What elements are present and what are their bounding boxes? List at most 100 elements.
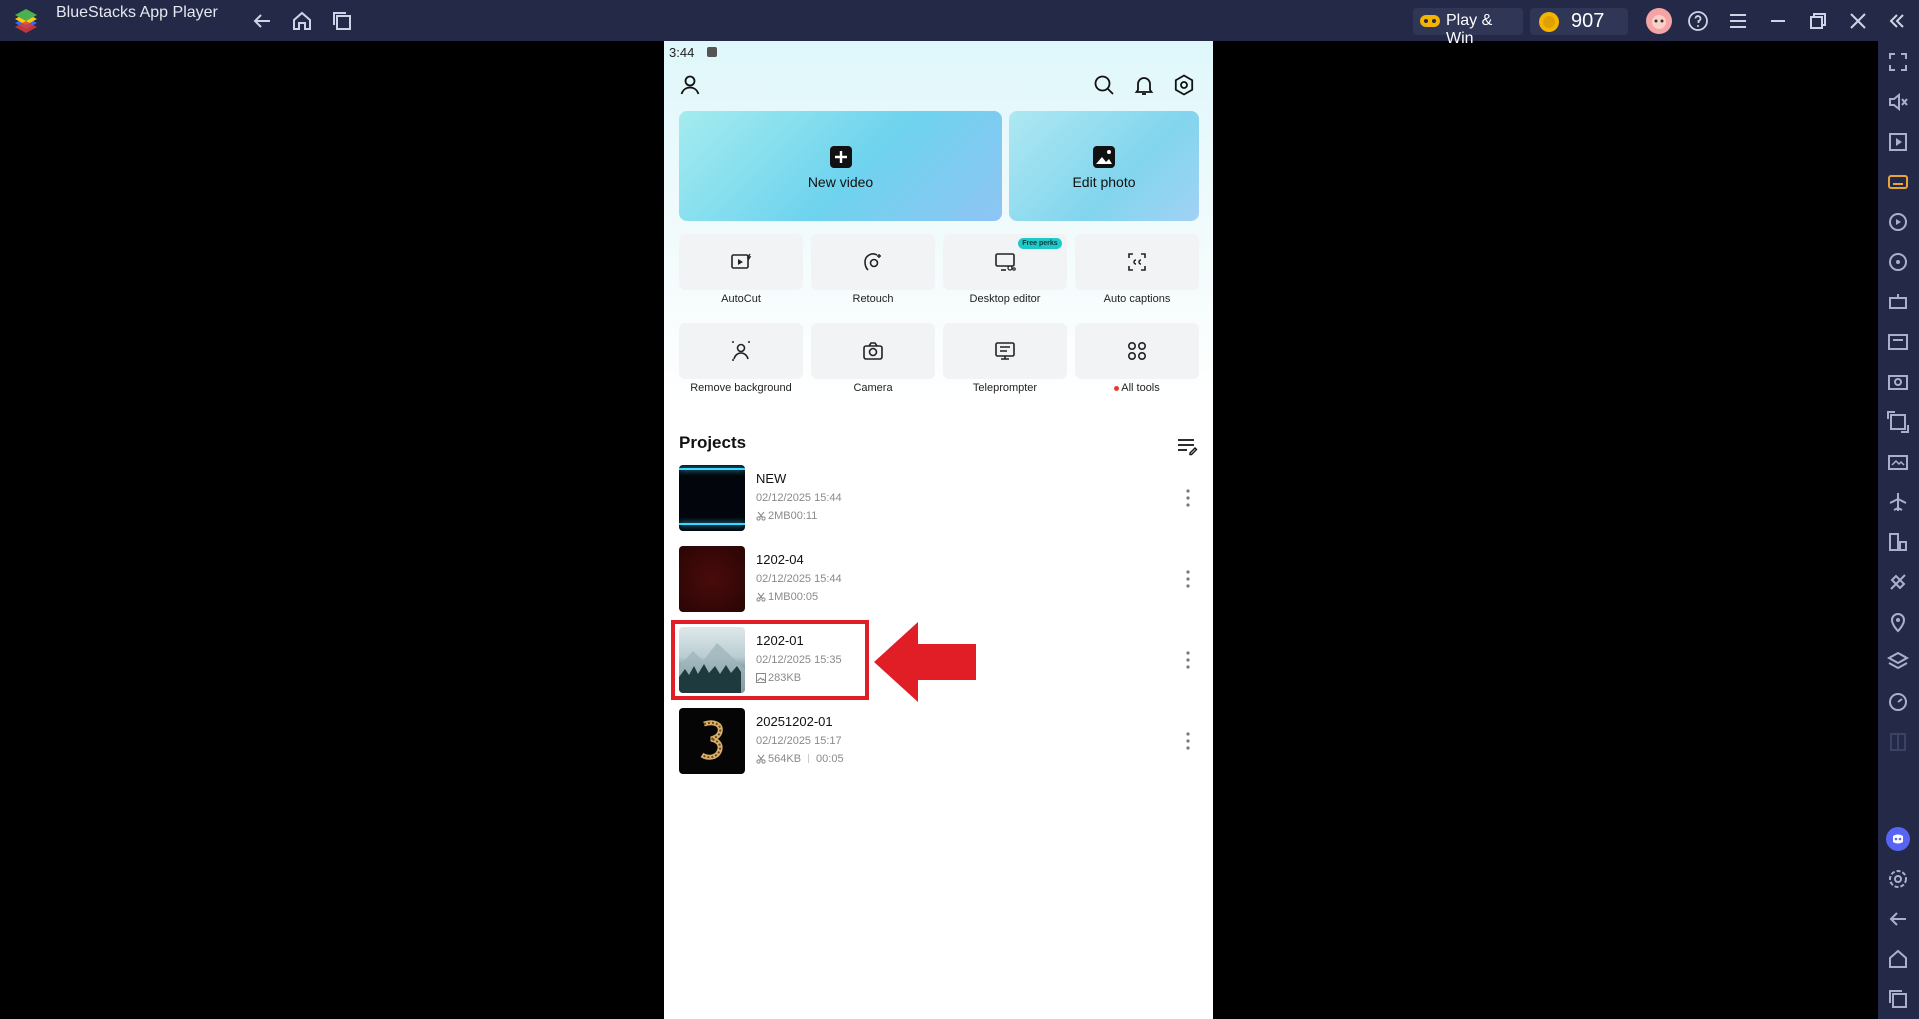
more-options-icon[interactable] [1185, 649, 1191, 671]
app-screen: 3:44 New video Edit photo AutoCut Retouc… [664, 41, 1213, 1019]
tool-all-tools-label: All tools [1121, 382, 1160, 394]
minimize-icon[interactable] [1766, 9, 1790, 33]
new-video-button[interactable]: New video [679, 111, 1002, 221]
project-meta-text: 2MB00:11 [768, 510, 818, 522]
projects-heading: Projects [679, 433, 747, 452]
tool-all-tools-label-wrap: All tools [1075, 382, 1199, 394]
tool-desktop-editor[interactable]: Free perks [943, 234, 1067, 290]
project-thumbnail [679, 465, 745, 531]
settings-gear-icon[interactable] [1886, 867, 1910, 891]
project-thumbnail [679, 708, 745, 774]
volume-mute-icon[interactable] [1886, 90, 1910, 114]
search-icon[interactable] [1092, 73, 1116, 97]
meta-divider [808, 754, 810, 763]
screenshot-icon[interactable] [1886, 370, 1910, 394]
airplane-icon[interactable] [1886, 490, 1910, 514]
fullscreen-icon[interactable] [1886, 50, 1910, 74]
tool-remove-background-label: Remove background [690, 382, 792, 394]
recent-apps-icon[interactable] [330, 9, 354, 33]
help-icon[interactable] [1686, 9, 1710, 33]
eco-mode-icon[interactable] [1886, 570, 1910, 594]
edit-photo-button[interactable]: Edit photo [1009, 111, 1199, 221]
tool-teleprompter[interactable] [943, 323, 1067, 379]
profile-icon[interactable] [678, 73, 702, 97]
location-icon[interactable] [1886, 610, 1910, 634]
close-icon[interactable] [1846, 9, 1870, 33]
scissors-icon [756, 592, 766, 602]
tool-autocut[interactable] [679, 234, 803, 290]
project-date: 02/12/2025 15:44 [756, 492, 842, 504]
settings-icon[interactable] [1172, 73, 1196, 97]
bell-icon[interactable] [1132, 73, 1156, 97]
scissors-icon [756, 754, 766, 764]
tool-teleprompter-label: Teleprompter [972, 382, 1038, 394]
notification-status-icon [707, 47, 717, 57]
desktop-editor-icon [995, 253, 1016, 271]
multi-instance-icon[interactable] [1886, 530, 1910, 554]
autocut-icon [731, 253, 752, 269]
project-name: NEW [756, 471, 787, 486]
more-options-icon[interactable] [1185, 730, 1191, 752]
auto-captions-icon [1128, 253, 1146, 271]
discord-icon[interactable] [1886, 827, 1910, 851]
tool-auto-captions[interactable] [1075, 234, 1199, 290]
manage-projects-icon[interactable] [1176, 435, 1198, 457]
keyboard-icon[interactable] [1886, 170, 1910, 194]
photo-icon [1093, 146, 1115, 168]
project-duration: 00:05 [816, 753, 844, 765]
performance-icon[interactable] [1886, 690, 1910, 714]
tool-remove-background[interactable] [679, 323, 803, 379]
highlight-box [671, 620, 869, 700]
tool-camera[interactable] [811, 323, 935, 379]
project-date: 02/12/2025 15:17 [756, 735, 842, 747]
media-icon[interactable] [1886, 130, 1910, 154]
project-item-new[interactable]: NEW 02/12/2025 15:44 2MB00:11 [679, 465, 1199, 531]
edit-photo-label: Edit photo [1072, 174, 1136, 190]
tool-autocut-label: AutoCut [721, 293, 761, 305]
android-recents-icon[interactable] [1886, 987, 1910, 1011]
free-perks-badge: Free perks [1018, 238, 1062, 249]
record-screen-icon[interactable] [1886, 410, 1910, 434]
home-icon[interactable] [290, 9, 314, 33]
more-options-icon[interactable] [1185, 568, 1191, 590]
rotate-icon[interactable] [1886, 250, 1910, 274]
layers-icon[interactable] [1886, 650, 1910, 674]
window-title: BlueStacks App Player [56, 4, 218, 21]
android-back-icon[interactable] [1886, 907, 1910, 931]
tool-retouch-label: Retouch [852, 293, 894, 305]
project-meta-text: 564KB [768, 753, 802, 765]
project-item-1202-04[interactable]: 1202-04 02/12/2025 15:44 1MB00:05 [679, 546, 1199, 612]
tool-all-tools[interactable] [1075, 323, 1199, 379]
tool-retouch[interactable] [811, 234, 935, 290]
menu-icon[interactable] [1726, 9, 1750, 33]
title-bar: BlueStacks App Player Play & Win 907 [0, 0, 1919, 47]
back-arrow-icon[interactable] [250, 9, 274, 33]
collapse-sidebar-icon[interactable] [1885, 9, 1909, 33]
plus-icon [829, 146, 852, 168]
project-thumbnail [679, 546, 745, 612]
project-meta: 1MB00:05 [756, 591, 818, 603]
game-controls-icon[interactable] [1886, 290, 1910, 314]
android-home-icon[interactable] [1886, 947, 1910, 971]
folder-icon[interactable] [1886, 450, 1910, 474]
all-tools-icon [1127, 341, 1147, 361]
sidebar-panel-icon [1890, 733, 1906, 751]
project-name: 1202-04 [756, 552, 804, 567]
macro-icon[interactable] [1886, 210, 1910, 234]
project-name: 20251202-01 [756, 714, 833, 729]
project-item-20251202-01[interactable]: 20251202-01 02/12/2025 15:17 564KB 00:05 [679, 708, 1199, 774]
avatar-icon[interactable] [1645, 7, 1673, 35]
tool-camera-label: Camera [853, 382, 893, 394]
project-meta-text: 1MB00:05 [768, 591, 819, 603]
more-options-icon[interactable] [1185, 487, 1191, 509]
camera-icon [863, 342, 883, 360]
coin-balance[interactable]: 907 [1530, 8, 1628, 35]
status-time: 3:44 [669, 45, 695, 60]
restore-icon[interactable] [1806, 9, 1830, 33]
play-win-button[interactable]: Play & Win [1413, 8, 1523, 47]
number-three-image [700, 720, 723, 760]
coin-icon [1539, 12, 1559, 32]
remove-background-icon [732, 341, 750, 361]
apk-icon[interactable] [1886, 330, 1910, 354]
bluestacks-logo-icon [15, 9, 37, 33]
